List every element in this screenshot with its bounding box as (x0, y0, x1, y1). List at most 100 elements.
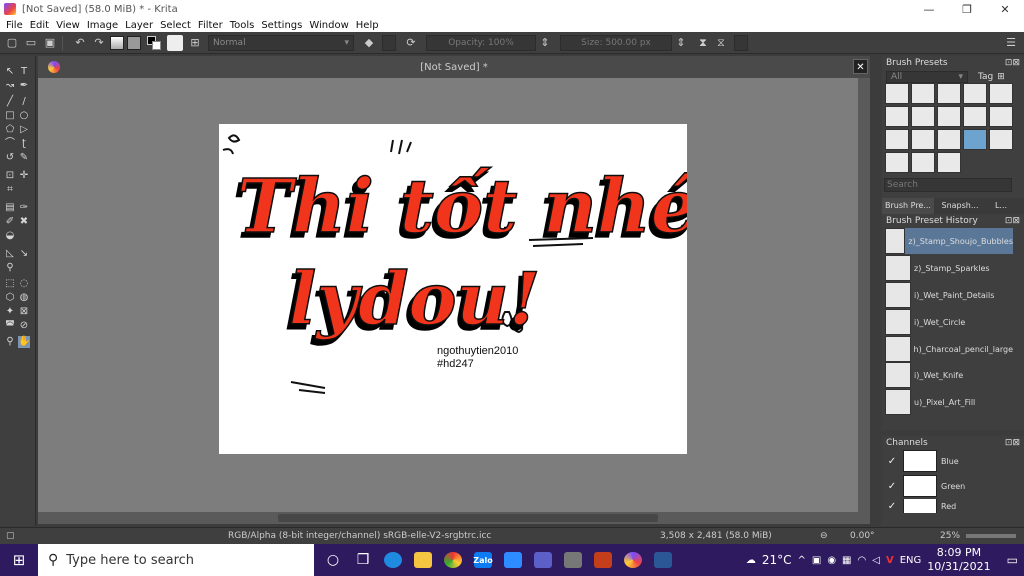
menu-image[interactable]: Image (87, 20, 118, 31)
opacity-stepper-icon[interactable]: ⇕ (538, 36, 552, 50)
channel-row[interactable]: ✓ Blue (885, 449, 1013, 473)
tray-app-icon[interactable]: ▦ (842, 555, 851, 566)
select-shapes-tool-icon[interactable]: ↖ (4, 66, 16, 78)
preset-thumb[interactable] (911, 106, 935, 127)
tab-brush-presets[interactable]: Brush Pre... (882, 198, 934, 214)
teams-icon[interactable] (528, 544, 558, 576)
history-item[interactable]: u)_Pixel_Art_Fill (885, 389, 1013, 415)
fill-tool-icon[interactable]: ◒ (4, 230, 16, 242)
tab-snapshots[interactable]: Snapsh... (934, 198, 986, 214)
opacity-slider[interactable]: Opacity: 100% (426, 34, 536, 51)
history-item[interactable]: z)_Stamp_Shoujo_Bubbles (885, 228, 1013, 254)
zoom-slider[interactable] (966, 534, 1016, 538)
weather-temp[interactable]: 21°C (762, 553, 792, 567)
gradient-tool-icon[interactable]: ▤ (4, 202, 16, 214)
status-zoom[interactable]: 25% (940, 531, 960, 541)
grid-view-icon[interactable]: ⊞ (997, 72, 1005, 82)
menu-select[interactable]: Select (160, 20, 191, 31)
freehand-selection-icon[interactable]: ◍ (18, 292, 30, 304)
chevron-up-icon[interactable]: ^ (797, 555, 805, 566)
channel-row[interactable]: ✓ Green (885, 474, 1013, 498)
size-stepper-icon[interactable]: ⇕ (674, 36, 688, 50)
brush-settings-grid-icon[interactable]: ⊞ (188, 36, 202, 50)
undo-icon[interactable]: ↶ (73, 36, 87, 50)
docker-float-close-icon[interactable]: ⊡⊠ (1005, 438, 1020, 448)
canvas-viewport[interactable]: Thi tốt nhé lydou! ngothuytien2010 #hd24… (38, 78, 870, 512)
docker-float-close-icon[interactable]: ⊡⊠ (1005, 216, 1020, 226)
krita-taskbar-icon[interactable] (618, 544, 648, 576)
canvas-vertical-scrollbar[interactable] (858, 78, 870, 512)
word-icon[interactable] (648, 544, 678, 576)
smart-patch-tool-icon[interactable]: ✖ (18, 216, 30, 228)
checkmark-icon[interactable]: ✓ (885, 481, 899, 492)
preset-thumb[interactable] (989, 129, 1013, 150)
history-item[interactable]: i)_Wet_Paint_Details (885, 282, 1013, 308)
alpha-lock-toggle[interactable] (382, 34, 396, 51)
volume-icon[interactable]: ◁ (872, 555, 880, 566)
line-tool-icon[interactable]: / (18, 96, 30, 108)
menu-edit[interactable]: Edit (30, 20, 49, 31)
weather-icon[interactable]: ☁ (746, 555, 756, 566)
preset-thumb[interactable] (885, 106, 909, 127)
preset-search-input[interactable]: Search (884, 178, 1012, 192)
cortana-icon[interactable]: ○ (318, 544, 348, 576)
rectangular-selection-icon[interactable]: ⬚ (4, 278, 16, 290)
brush-tool-icon[interactable]: ╱ (4, 96, 16, 108)
preset-thumb[interactable] (963, 106, 987, 127)
status-brush-icon[interactable]: ▢ (6, 531, 15, 541)
zoom-app-icon[interactable] (498, 544, 528, 576)
preset-thumb[interactable] (937, 152, 961, 173)
move-tool-icon[interactable]: ✛ (18, 170, 30, 182)
zalo-app-icon[interactable]: Zalo (468, 544, 498, 576)
history-item[interactable]: z)_Stamp_Sparkles (885, 255, 1013, 281)
menu-view[interactable]: View (56, 20, 80, 31)
menu-filter[interactable]: Filter (198, 20, 223, 31)
canvas-page[interactable]: Thi tốt nhé lydou! ngothuytien2010 #hd24… (219, 124, 687, 454)
similar-color-selection-icon[interactable]: ⊠ (18, 306, 30, 318)
menu-settings[interactable]: Settings (261, 20, 302, 31)
wifi-icon[interactable]: ◠ (858, 555, 867, 566)
dynamic-brush-tool-icon[interactable]: ↺ (4, 152, 16, 164)
tray-app-icon[interactable]: ▣ (812, 555, 821, 566)
gradient-selector[interactable] (110, 35, 124, 50)
scrollbar-thumb[interactable] (278, 514, 658, 522)
polyline-tool-icon[interactable]: ▷ (18, 124, 30, 136)
assistant-tool-icon[interactable]: ◺ (4, 248, 16, 260)
calligraphy-tool-icon[interactable]: ✒ (18, 80, 30, 92)
canvas-horizontal-scrollbar[interactable] (38, 512, 870, 524)
pan-tool-icon[interactable]: ✋ (18, 336, 30, 348)
brush-preset-button[interactable] (167, 34, 183, 51)
crop-tool-icon[interactable]: ⌗ (4, 184, 16, 196)
reload-preset-icon[interactable]: ⟳ (404, 36, 418, 50)
preset-thumb[interactable] (885, 83, 909, 104)
menu-file[interactable]: File (6, 20, 23, 31)
reference-images-tool-icon[interactable]: ⚲ (4, 262, 16, 274)
rectangle-tool-icon[interactable]: □ (4, 110, 16, 122)
menu-window[interactable]: Window (309, 20, 348, 31)
checkmark-icon[interactable]: ✓ (885, 456, 899, 467)
open-folder-icon[interactable]: ▭ (24, 36, 38, 50)
preset-thumb[interactable] (937, 129, 961, 150)
file-explorer-icon[interactable] (408, 544, 438, 576)
magnetic-selection-icon[interactable]: ⊘ (18, 320, 30, 332)
text-tool-icon[interactable]: T (18, 66, 30, 78)
close-window-button[interactable]: ✕ (986, 0, 1024, 18)
save-icon[interactable]: ▣ (43, 36, 57, 50)
blend-mode-select[interactable]: Normal ▾ (208, 34, 354, 51)
channel-row[interactable]: ✓ Red (885, 499, 1013, 513)
preset-thumb[interactable] (885, 129, 909, 150)
color-picker-tool-icon[interactable]: ✑ (18, 202, 30, 214)
mirror-horizontal-icon[interactable]: ⧗ (696, 36, 710, 50)
polygon-tool-icon[interactable]: ⬠ (4, 124, 16, 136)
close-document-button[interactable]: ✕ (853, 59, 868, 74)
tag-button[interactable]: Tag (978, 72, 993, 82)
preset-thumb[interactable] (885, 152, 909, 173)
fg-bg-color-swatch[interactable] (147, 35, 161, 50)
wrap-around-toggle[interactable] (734, 34, 748, 51)
size-slider[interactable]: Size: 500.00 px (560, 34, 672, 51)
tab-layers[interactable]: L... (986, 198, 1016, 214)
edit-shapes-tool-icon[interactable]: ↝ (4, 80, 16, 92)
colorize-mask-tool-icon[interactable]: ✐ (4, 216, 16, 228)
chrome-icon[interactable] (438, 544, 468, 576)
minimize-button[interactable]: — (910, 0, 948, 18)
